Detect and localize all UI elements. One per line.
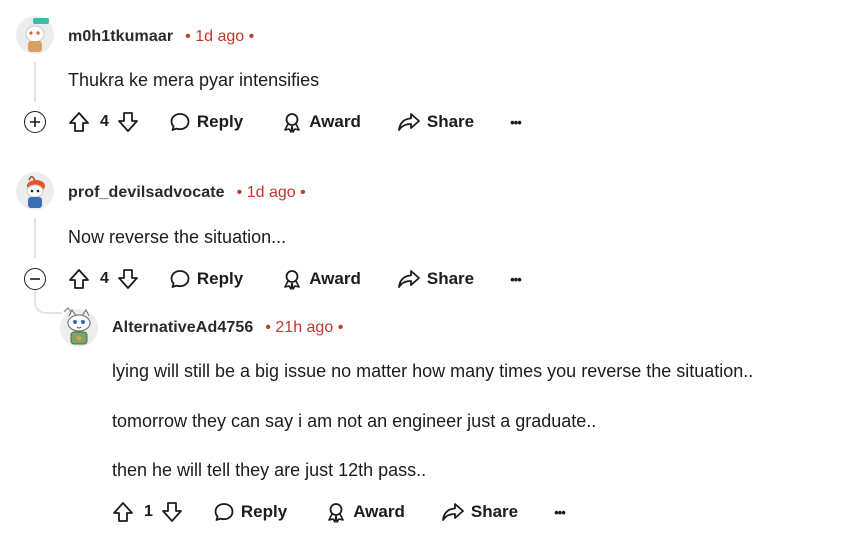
downvote-icon[interactable] [117, 268, 139, 290]
meta-dot: • [337, 319, 344, 336]
share-arrow-icon [441, 503, 464, 521]
reply-label: Reply [196, 112, 244, 131]
collapse-thread-button[interactable] [24, 268, 46, 290]
comment-meta: • 21h ago • [265, 319, 343, 337]
more-options-button[interactable]: ••• [510, 115, 522, 130]
award-icon [328, 503, 345, 523]
comment-body-line: then he will tell they are just 12th pas… [112, 460, 427, 480]
upvote-icon[interactable] [68, 111, 90, 133]
comment-time[interactable]: 1d ago [195, 28, 244, 45]
reply-bubble-icon [170, 270, 190, 288]
avatar-icon [16, 16, 54, 54]
meta-dot: • [265, 319, 271, 336]
share-button[interactable]: Share [441, 501, 518, 523]
vote-count: 4 [100, 270, 109, 287]
award-button[interactable]: Award [281, 268, 361, 290]
thread-line[interactable] [34, 218, 36, 258]
comment-actions: 4 Reply Award Share ••• [68, 268, 522, 290]
comment-actions: 1 Reply Award Share ••• [112, 501, 566, 523]
share-label: Share [470, 502, 519, 521]
reply-button[interactable]: Reply [213, 501, 287, 523]
award-label: Award [309, 112, 361, 131]
reply-button[interactable]: Reply [169, 268, 243, 290]
share-button[interactable]: Share [397, 111, 474, 133]
expand-plus-icon [24, 111, 46, 133]
comment-body-line: tomorrow they can say i am not an engine… [112, 411, 597, 431]
meta-dot: • [300, 184, 306, 201]
award-label: Award [309, 269, 361, 288]
share-arrow-icon [397, 113, 420, 131]
reply-bubble-icon [170, 113, 190, 131]
comment-author[interactable]: prof_devilsadvocate [68, 184, 225, 202]
collapse-minus-icon [24, 268, 46, 290]
more-options-button[interactable]: ••• [510, 272, 522, 287]
comment-body: Thukra ke mera pyar intensifies [68, 70, 320, 90]
avatar[interactable] [60, 306, 98, 347]
comment-time[interactable]: 21h ago [275, 319, 333, 336]
share-label: Share [426, 269, 475, 288]
comment-body: Now reverse the situation... [68, 227, 287, 247]
share-arrow-icon [397, 270, 420, 288]
downvote-icon[interactable] [117, 111, 139, 133]
avatar[interactable] [16, 172, 54, 210]
comment-author[interactable]: m0h1tkumaar [68, 28, 173, 46]
reply-bubble-icon [214, 503, 234, 521]
award-icon [284, 270, 301, 290]
reply-label: Reply [240, 502, 288, 521]
meta-dot: • [248, 28, 255, 45]
reply-label: Reply [196, 269, 244, 288]
downvote-icon[interactable] [161, 501, 183, 523]
vote-count: 1 [144, 503, 153, 520]
award-label: Award [353, 502, 405, 521]
thread-line[interactable] [34, 62, 36, 102]
award-button[interactable]: Award [281, 111, 361, 133]
avatar[interactable] [16, 16, 54, 54]
expand-thread-button[interactable] [24, 111, 46, 133]
reply-button[interactable]: Reply [169, 111, 243, 133]
comment-body-line: lying will still be a big issue no matte… [112, 361, 754, 381]
avatar-icon [60, 306, 98, 347]
reply-connector [34, 290, 62, 314]
upvote-icon[interactable] [112, 501, 134, 523]
award-icon [284, 113, 301, 133]
avatar-icon [16, 172, 54, 210]
meta-dot: • [236, 184, 243, 201]
meta-dot: • [185, 28, 191, 45]
share-button[interactable]: Share [397, 268, 474, 290]
comment-actions: 4 Reply Award Share ••• [68, 111, 522, 133]
upvote-icon[interactable] [68, 268, 90, 290]
comment-time[interactable]: 1d ago [247, 184, 296, 201]
vote-count: 4 [100, 113, 109, 130]
share-label: Share [426, 112, 475, 131]
comment-meta: • 1d ago • [185, 28, 254, 46]
more-options-button[interactable]: ••• [554, 505, 566, 520]
comment-meta: • 1d ago • [237, 184, 306, 202]
award-button[interactable]: Award [325, 501, 405, 523]
comment-author[interactable]: AlternativeAd4756 [112, 319, 253, 337]
